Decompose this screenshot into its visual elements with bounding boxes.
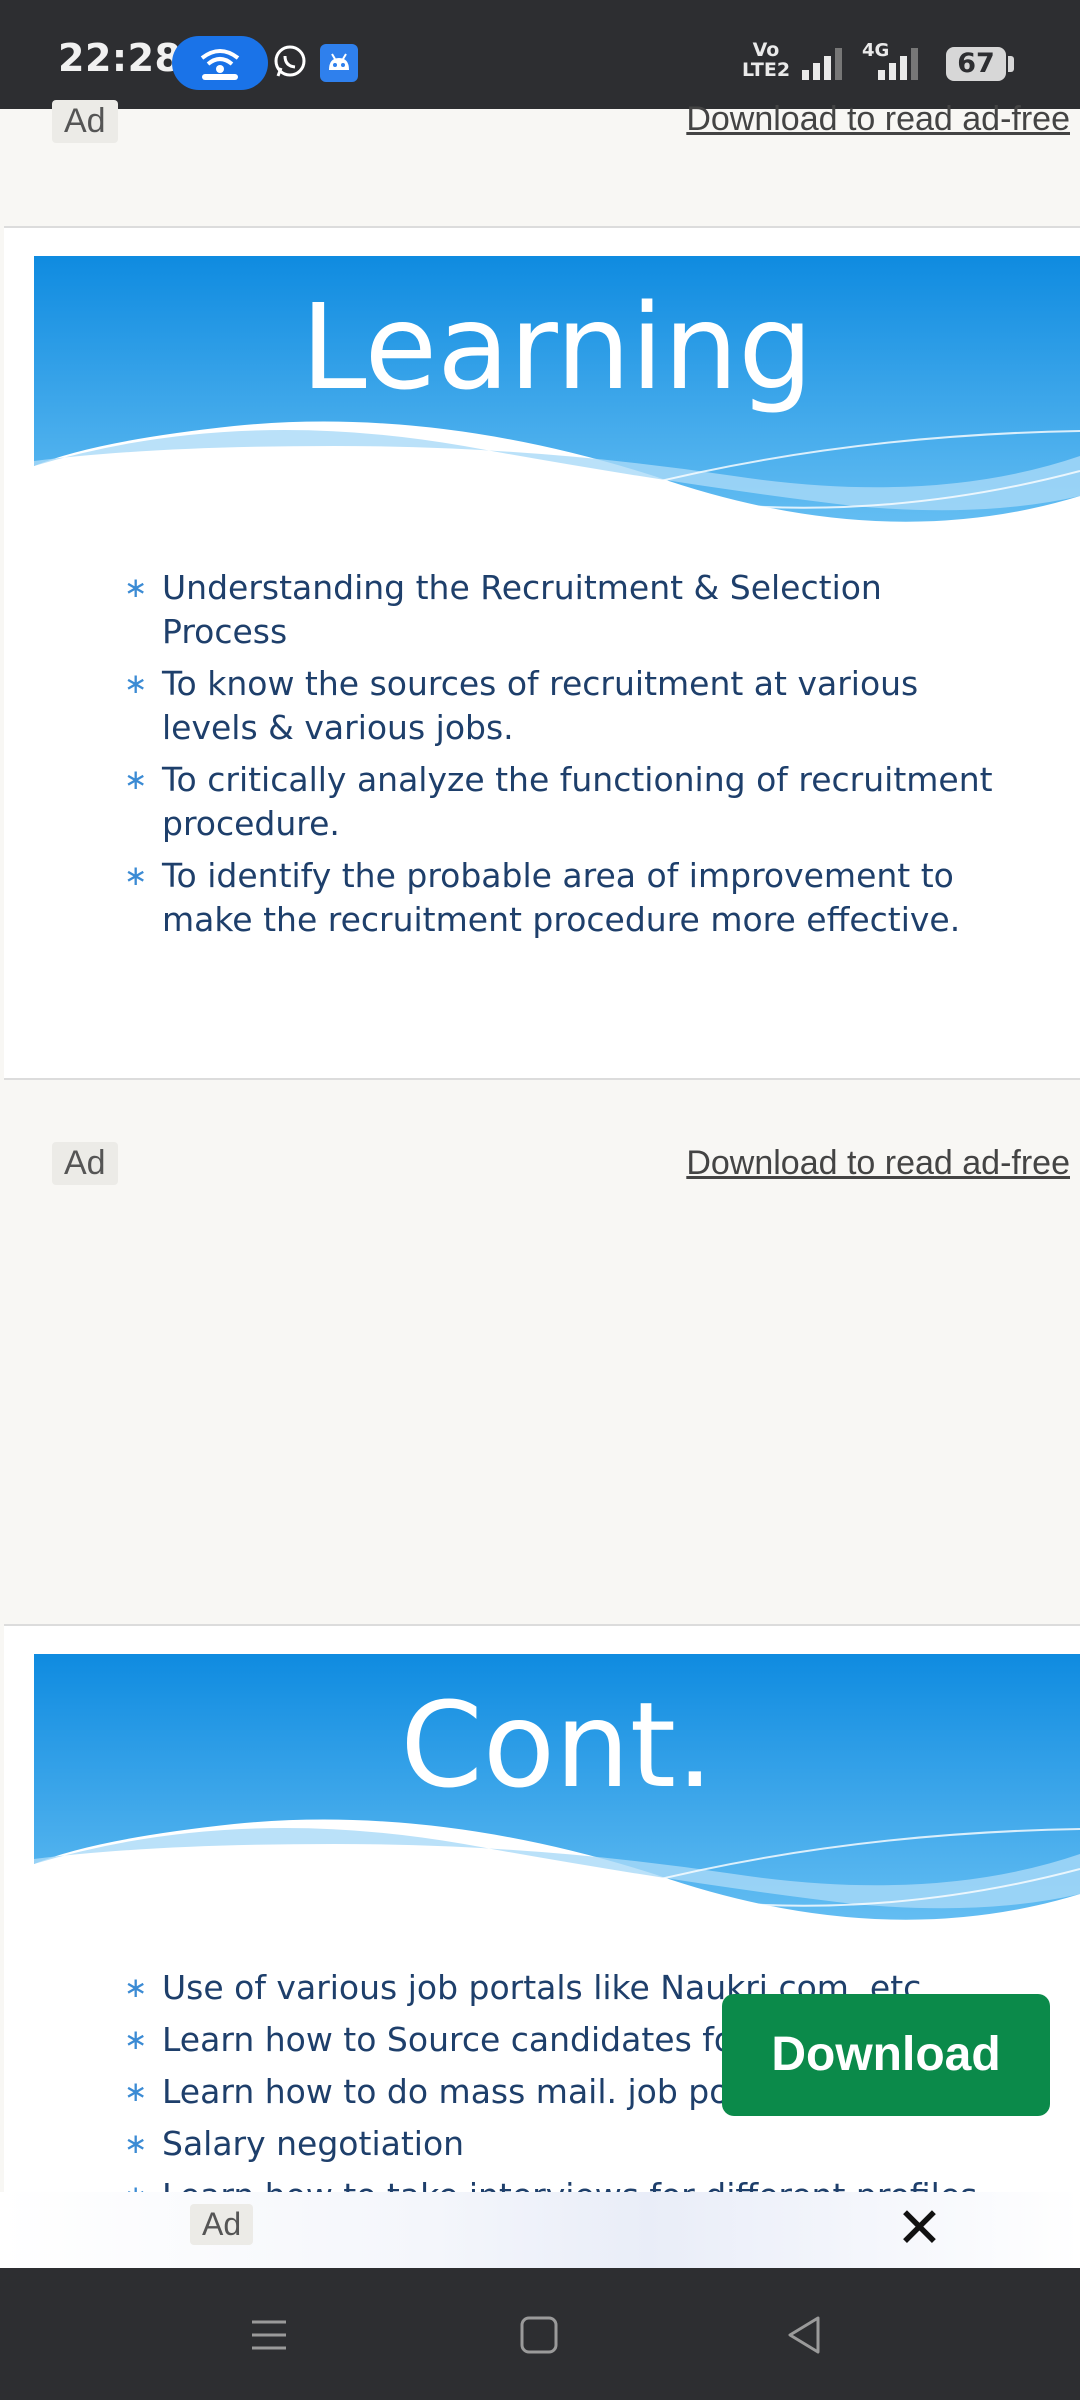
slide-title: Learning [300, 278, 814, 416]
slide-title: Cont. [400, 1676, 714, 1814]
list-item: ∗ Understanding the Recruitment & Selecti… [124, 568, 882, 651]
clock: 22:28 [58, 36, 182, 80]
list-item: ∗ To identify the probable area of improv… [124, 856, 961, 939]
navigation-bar [0, 2268, 1080, 2400]
slide-banner: Cont. [34, 1654, 1080, 1934]
download-ad-free-link[interactable]: Download to read ad-free [686, 100, 1070, 139]
asterisk-bullet-icon: ∗ [124, 1971, 148, 2004]
list-item: ∗ To know the sources of recruitment at v… [124, 664, 919, 747]
ad-slot-top: Ad Download to read ad-free [0, 96, 1080, 226]
asterisk-bullet-icon: ∗ [124, 2023, 148, 2056]
menu-icon[interactable] [244, 2310, 294, 2360]
bottom-ad-banner[interactable]: Ad ✕ [0, 2192, 1080, 2268]
android-icon [320, 44, 358, 82]
hotspot-icon [172, 36, 268, 90]
volte-indicator: Vo LTE2 [741, 39, 791, 81]
asterisk-bullet-icon: ∗ [124, 859, 148, 892]
asterisk-bullet-icon: ∗ [124, 2127, 148, 2160]
slide-bullet-list: ∗ Understanding the Recruitment & Selecti… [124, 566, 1004, 950]
back-icon[interactable] [780, 2310, 830, 2360]
slide-learning: Learning ∗ Understanding the Recruitment … [4, 226, 1080, 1080]
asterisk-bullet-icon: ∗ [124, 571, 148, 604]
ad-slot-middle: Ad Download to read ad-free [0, 1078, 1080, 1624]
download-ad-free-link[interactable]: Download to read ad-free [686, 1144, 1070, 1183]
status-bar: 22:28 Vo LTE2 4G 67 [0, 0, 1080, 109]
slide-banner: Learning [34, 256, 1080, 536]
ad-label: Ad [190, 2204, 254, 2245]
battery-icon: 67 [946, 47, 1014, 81]
signal-4g-icon [876, 46, 924, 82]
slide-cont: Cont. ∗ Use of various job portals like N… [4, 1624, 1080, 2228]
download-button[interactable]: Download [722, 1994, 1050, 2116]
home-icon[interactable] [514, 2310, 564, 2360]
ad-label: Ad [52, 100, 118, 143]
list-item: ∗ To critically analyze the functioning o… [124, 760, 993, 843]
whatsapp-icon [272, 44, 308, 80]
ad-label: Ad [52, 1142, 118, 1185]
asterisk-bullet-icon: ∗ [124, 2075, 148, 2108]
close-icon[interactable]: ✕ [896, 2196, 943, 2261]
asterisk-bullet-icon: ∗ [124, 667, 148, 700]
asterisk-bullet-icon: ∗ [124, 763, 148, 796]
list-item: ∗ Salary negotiation [124, 2122, 1024, 2166]
signal-icon [800, 46, 848, 82]
